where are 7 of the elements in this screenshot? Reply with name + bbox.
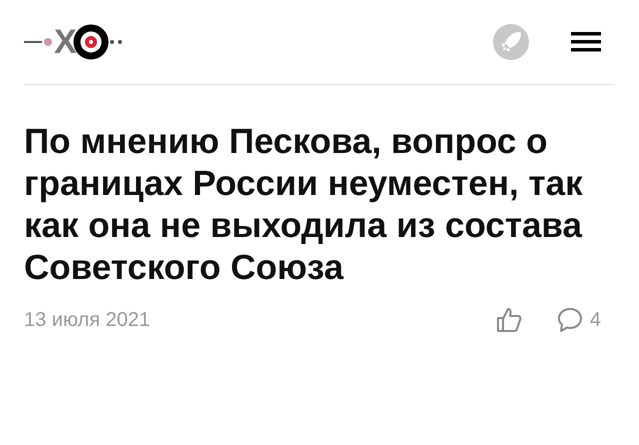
logo-left-mark-icon: [24, 37, 54, 47]
menu-icon[interactable]: [571, 31, 601, 53]
comment-count: 4: [590, 308, 601, 332]
comment-icon[interactable]: [556, 306, 584, 334]
logo-right-mark-icon: [108, 39, 123, 45]
article-date: 13 июля 2021: [24, 308, 150, 332]
article-headline[interactable]: По мнению Пескова, вопрос о границах России неуместен, так как она не выходила из состава Советского Союза: [24, 121, 599, 289]
